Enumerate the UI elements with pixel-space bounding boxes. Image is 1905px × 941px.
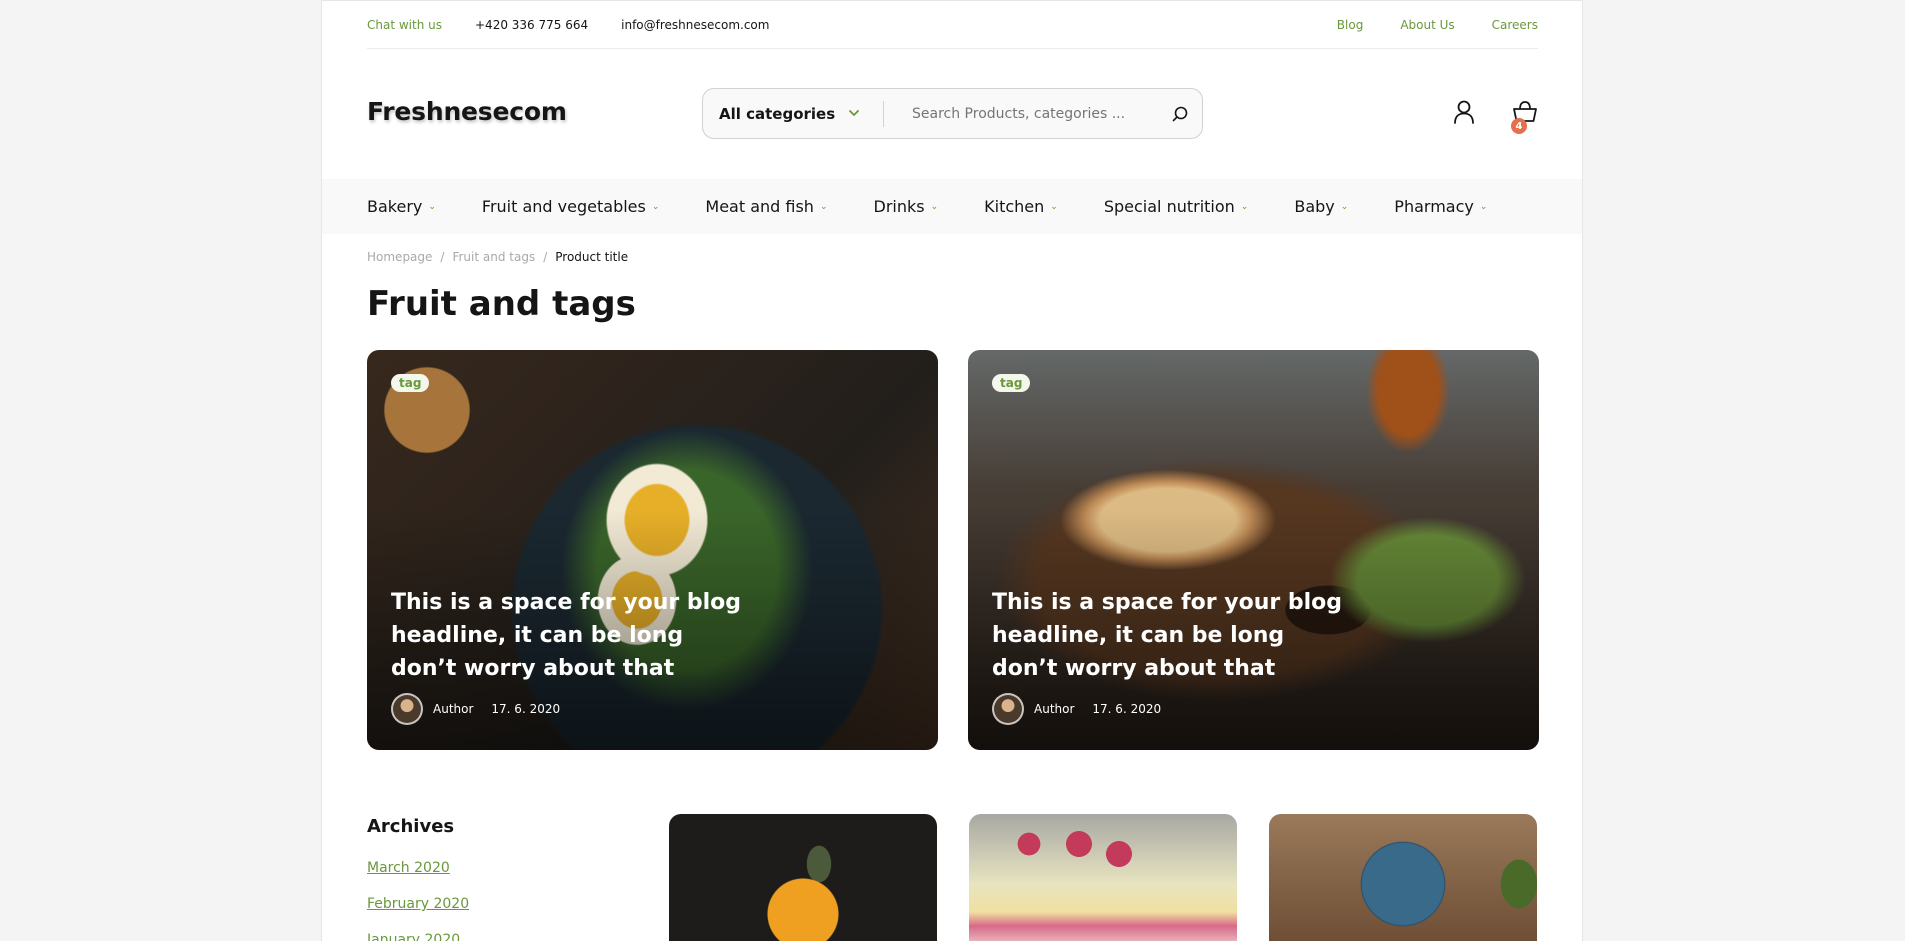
archives-heading: Archives: [367, 816, 455, 837]
chevron-down-icon: ⌄: [1479, 201, 1488, 212]
chevron-down-icon: [849, 110, 860, 117]
nav-item-label: Bakery: [367, 197, 423, 216]
nav-item-bakery[interactable]: Bakery ⌄: [367, 197, 436, 216]
nav-item-fruit-and-vegetables[interactable]: Fruit and vegetables ⌄: [482, 197, 659, 216]
search-button[interactable]: [1158, 106, 1202, 122]
archive-link[interactable]: January 2020: [367, 932, 460, 941]
user-account-button[interactable]: [1453, 100, 1475, 128]
breadcrumb-category[interactable]: Fruit and tags: [452, 250, 535, 264]
chevron-down-icon: ⌄: [651, 201, 660, 212]
breadcrumb: Homepage / Fruit and tags / Product titl…: [367, 250, 628, 264]
about-us-link[interactable]: About Us: [1400, 18, 1454, 32]
blog-thumbnail[interactable]: [669, 814, 937, 941]
blog-link[interactable]: Blog: [1337, 18, 1364, 32]
chevron-down-icon: ⌄: [930, 201, 939, 212]
blog-thumbnail[interactable]: [1269, 814, 1537, 941]
post-author[interactable]: Author: [433, 702, 473, 716]
page-title: Fruit and tags: [367, 284, 636, 324]
breadcrumb-current: Product title: [555, 250, 629, 264]
archive-link[interactable]: February 2020: [367, 896, 469, 912]
chevron-down-icon: ⌄: [1340, 201, 1349, 212]
nav-item-label: Drinks: [873, 197, 925, 216]
category-select-label: All categories: [719, 104, 836, 123]
nav-item-baby[interactable]: Baby ⌄: [1294, 197, 1348, 216]
breadcrumb-homepage[interactable]: Homepage: [367, 250, 432, 264]
nav-item-label: Fruit and vegetables: [481, 197, 646, 216]
breadcrumb-separator: /: [543, 250, 548, 264]
post-meta: Author 17. 6. 2020: [391, 693, 560, 725]
cart-count-badge: 4: [1511, 118, 1527, 134]
post-date: 17. 6. 2020: [1092, 702, 1162, 716]
featured-post-card[interactable]: tag This is a space for your blog headli…: [367, 350, 938, 750]
nav-item-special-nutrition[interactable]: Special nutrition ⌄: [1104, 197, 1249, 216]
chevron-down-icon: ⌄: [428, 201, 436, 212]
author-avatar: [992, 693, 1024, 725]
nav-item-drinks[interactable]: Drinks ⌄: [874, 197, 939, 216]
post-tag[interactable]: tag: [391, 374, 430, 392]
post-meta: Author 17. 6. 2020: [992, 693, 1161, 725]
nav-item-pharmacy[interactable]: Pharmacy ⌄: [1394, 197, 1487, 216]
blog-thumbnail[interactable]: [969, 814, 1237, 941]
nav-item-meat-and-fish[interactable]: Meat and fish ⌄: [705, 197, 827, 216]
chevron-down-icon: ⌄: [819, 201, 828, 212]
image-overlay: [367, 350, 938, 750]
post-date: 17. 6. 2020: [491, 702, 561, 716]
nav-item-kitchen[interactable]: Kitchen ⌄: [984, 197, 1058, 216]
careers-link[interactable]: Careers: [1492, 18, 1538, 32]
email-address: info@freshnesecom.com: [621, 17, 770, 32]
top-bar: Chat with us +420 336 775 664 info@fresh…: [367, 1, 1538, 49]
chat-link[interactable]: Chat with us: [367, 18, 442, 32]
post-tag[interactable]: tag: [992, 374, 1031, 392]
nav-item-label: Pharmacy: [1394, 197, 1474, 216]
nav-item-label: Kitchen: [984, 197, 1045, 216]
search-input[interactable]: [884, 105, 1158, 122]
post-headline[interactable]: This is a space for your blog headline, …: [391, 586, 751, 685]
archive-link[interactable]: March 2020: [367, 860, 450, 876]
search-icon: [1172, 106, 1188, 121]
image-overlay: [968, 350, 1539, 750]
author-avatar: [391, 693, 423, 725]
user-icon: [1454, 100, 1474, 124]
nav-item-label: Baby: [1294, 197, 1335, 216]
nav-item-label: Special nutrition: [1103, 197, 1235, 216]
page-container: Chat with us +420 336 775 664 info@fresh…: [321, 0, 1583, 941]
chevron-down-icon: ⌄: [1050, 201, 1058, 212]
featured-post-card[interactable]: tag This is a space for your blog headli…: [968, 350, 1539, 750]
chevron-down-icon: ⌄: [1240, 201, 1249, 212]
post-author[interactable]: Author: [1034, 702, 1074, 716]
breadcrumb-separator: /: [440, 250, 445, 264]
phone-number: +420 336 775 664: [475, 17, 589, 32]
category-nav: Bakery ⌄ Fruit and vegetables ⌄ Meat and f…: [322, 179, 1582, 234]
category-select[interactable]: All categories: [703, 105, 883, 123]
search-bar: All categories: [702, 88, 1203, 139]
logo[interactable]: Freshnesecom: [367, 97, 567, 126]
post-headline[interactable]: This is a space for your blog headline, …: [992, 586, 1352, 685]
nav-item-label: Meat and fish: [705, 197, 814, 216]
